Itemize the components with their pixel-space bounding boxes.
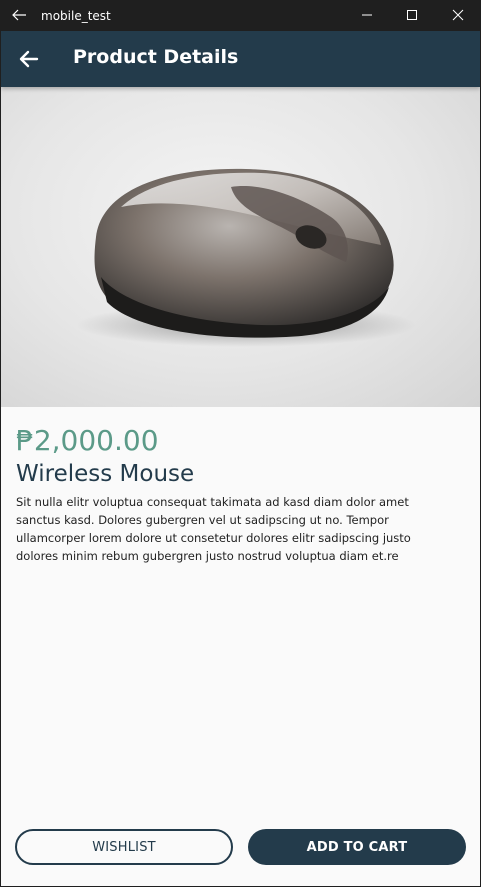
window-titlebar: mobile_test — [0, 0, 481, 31]
product-description: Sit nulla elitr voluptua consequat takim… — [16, 495, 411, 563]
app-window: Product Details ₱2,000.00 Wireless Mouse… — [1, 31, 480, 886]
arrow-left-icon[interactable] — [17, 47, 41, 71]
back-arrow-icon[interactable] — [10, 6, 28, 24]
page-title: Product Details — [73, 46, 239, 68]
window-title: mobile_test — [41, 9, 111, 23]
close-button[interactable] — [435, 0, 481, 31]
minimize-icon — [361, 6, 373, 25]
maximize-icon — [406, 6, 418, 25]
app-bar: Product Details — [1, 31, 480, 87]
product-image — [1, 87, 480, 407]
close-icon — [452, 6, 464, 25]
maximize-button[interactable] — [389, 0, 435, 31]
product-price: ₱2,000.00 — [16, 424, 159, 457]
minimize-button[interactable] — [344, 0, 390, 31]
product-name: Wireless Mouse — [16, 461, 195, 487]
wishlist-button[interactable]: WISHLIST — [15, 829, 233, 865]
add-to-cart-button[interactable]: ADD TO CART — [248, 829, 466, 865]
